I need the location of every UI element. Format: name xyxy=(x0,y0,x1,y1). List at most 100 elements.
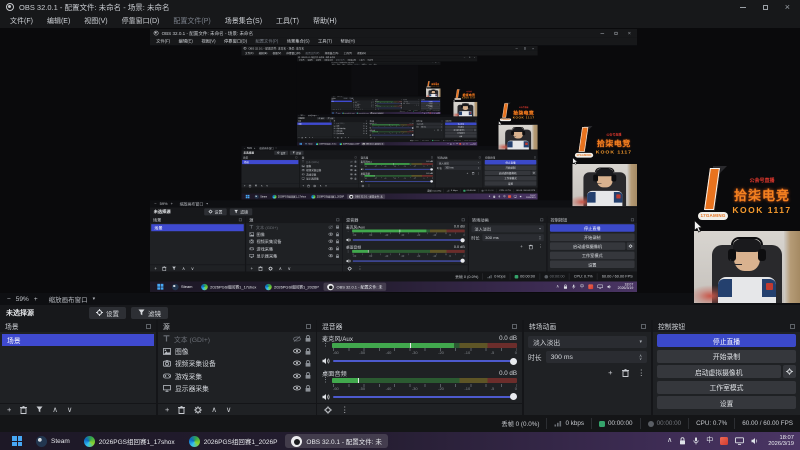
settings-button[interactable]: 设置 xyxy=(657,396,796,409)
hidden-eye-icon[interactable] xyxy=(293,335,301,342)
dock-menu-icon[interactable] xyxy=(641,323,646,329)
tray-chevron-up-icon[interactable]: ∧ xyxy=(667,437,672,445)
video-capture-icon xyxy=(249,239,255,244)
move-scene-up-button[interactable]: ∧ xyxy=(52,405,58,414)
move-scene-down-button[interactable]: ∨ xyxy=(67,405,73,414)
zoom-in-button[interactable]: + xyxy=(34,296,38,303)
webcam-video-source xyxy=(453,101,478,117)
source-row-camera[interactable]: 视频采集设备 xyxy=(158,358,316,369)
dock-menu-icon[interactable] xyxy=(146,323,151,329)
advanced-audio-icon[interactable] xyxy=(324,405,332,414)
obs-titlebar: OBS 32.0.1 - 配置文件: 未命名 - 场景: 未命名 × xyxy=(150,29,637,38)
dock-menu-icon[interactable] xyxy=(512,323,517,329)
eye-icon[interactable] xyxy=(293,385,301,391)
start-recording-button[interactable]: 开始录制 xyxy=(657,349,796,363)
move-source-down-button[interactable]: ∨ xyxy=(226,405,232,414)
duration-spinbox[interactable]: 300 ms ∧ ∨ xyxy=(545,351,647,363)
transition-properties-icon[interactable]: ⋮ xyxy=(638,369,646,377)
volume-slider[interactable] xyxy=(333,393,517,400)
tray-ime-indicator[interactable]: 中 xyxy=(706,437,713,445)
volume-slider[interactable] xyxy=(333,357,517,365)
add-transition-button[interactable]: + xyxy=(608,369,612,377)
menu-file[interactable]: 文件(F) xyxy=(3,15,40,27)
slider-knob[interactable] xyxy=(510,357,517,365)
lock-icon[interactable] xyxy=(305,347,311,355)
channel-options-icon[interactable]: ⋮ xyxy=(322,377,329,384)
mixer-options-icon[interactable]: ⋮ xyxy=(341,405,349,414)
scene-filters-button[interactable] xyxy=(36,406,43,413)
lock-icon[interactable] xyxy=(305,384,311,392)
edge-icon xyxy=(201,283,208,290)
scene-filters-button xyxy=(254,184,258,187)
start-virtual-cam-button[interactable]: 启动虚拟摄像机 xyxy=(657,365,781,378)
channel-options-icon[interactable]: ⋮ xyxy=(322,341,329,348)
properties-button[interactable]: 设置 xyxy=(89,306,126,319)
move-source-up-button[interactable]: ∧ xyxy=(211,405,217,414)
eye-icon[interactable] xyxy=(293,348,301,354)
lock-icon[interactable] xyxy=(305,360,311,367)
eye-icon[interactable] xyxy=(293,373,301,379)
webcam-video-source[interactable] xyxy=(694,231,800,303)
tray-mic-icon[interactable] xyxy=(693,437,699,445)
source-row-game[interactable]: 游戏采集 xyxy=(158,370,316,381)
speaker-icon[interactable] xyxy=(322,357,330,365)
remove-source-button[interactable] xyxy=(178,405,186,414)
logo-image-source[interactable]: 17GAMING 公会号直播 拾柒电竞 KOOK 1117 xyxy=(698,162,796,230)
virtual-cam-settings-button[interactable] xyxy=(783,365,796,378)
scene-list-item[interactable]: 场景 xyxy=(2,334,154,346)
source-row-text[interactable]: 文本 (GDI+) xyxy=(158,333,316,344)
scenes-list: 场景 xyxy=(150,223,245,264)
spinner-arrows[interactable]: ∧ ∨ xyxy=(639,353,642,361)
dock-menu-icon[interactable] xyxy=(306,323,311,329)
menu-profile[interactable]: 配置文件(P) xyxy=(166,15,217,27)
stop-streaming-button[interactable]: 停止直播 xyxy=(657,334,796,347)
lock-icon xyxy=(354,168,357,172)
source-row-image[interactable]: 图像 xyxy=(158,345,316,356)
mixer-channel-desktop: 桌面音频 0.0 dB ⋮ -60-50-40-30-20-10-50 xyxy=(346,245,465,263)
tray-app-badge-icon[interactable] xyxy=(720,437,729,445)
menu-help[interactable]: 帮助(H) xyxy=(306,15,344,27)
jacket-shoulder-left xyxy=(458,111,463,116)
slider-knob[interactable] xyxy=(510,393,517,400)
zoom-fit-dropdown[interactable]: 缩放画布窗口 xyxy=(49,294,88,304)
eye-icon[interactable] xyxy=(293,360,301,366)
add-scene-button[interactable]: + xyxy=(7,405,11,414)
menu-tools[interactable]: 工具(T) xyxy=(269,15,306,27)
start-button-icon[interactable] xyxy=(12,436,22,446)
close-icon[interactable]: × xyxy=(785,2,790,12)
filters-label: 滤镜 xyxy=(240,210,249,215)
webcam-background xyxy=(438,88,441,97)
zoom-out-button[interactable]: − xyxy=(7,296,11,303)
studio-mode-button[interactable]: 工作室模式 xyxy=(657,380,796,394)
taskbar-item-browser-1[interactable]: 2026PGS组回赛1_17shox xyxy=(78,434,181,448)
speaker-icon[interactable] xyxy=(322,393,330,401)
add-source-button[interactable]: + xyxy=(165,405,169,414)
menu-view[interactable]: 视图(V) xyxy=(77,15,114,27)
add-source-button: + xyxy=(250,265,254,271)
tray-lock-icon[interactable] xyxy=(679,437,686,445)
source-row-display[interactable]: 显示器采集 xyxy=(158,383,316,394)
taskbar-item-obs[interactable]: OBS 32.0.1 - 配置文件: 未 xyxy=(285,434,388,448)
dock-menu-icon[interactable] xyxy=(790,323,795,329)
tray-volume-icon[interactable] xyxy=(751,437,759,445)
taskbar-item-steam[interactable]: Steam xyxy=(30,434,76,448)
tray-monitor-icon[interactable] xyxy=(735,437,745,445)
transition-select[interactable]: 淡入淡出 ▾ xyxy=(528,336,647,348)
maximize-icon[interactable] xyxy=(762,4,768,10)
remove-transition-button[interactable] xyxy=(621,369,629,377)
menu-edit[interactable]: 编辑(E) xyxy=(40,15,77,27)
taskbar-clock[interactable]: 18:07 2026/3/19 xyxy=(768,435,794,448)
menu-docks[interactable]: 停靠窗口(D) xyxy=(115,15,167,27)
source-properties-button[interactable] xyxy=(194,405,203,414)
preview-canvas[interactable]: OBS 32.0.1 - 配置文件: 未命名 - 场景: 未命名 × 文件(F)… xyxy=(0,28,800,305)
minimize-icon[interactable] xyxy=(739,6,746,8)
taskbar-item-browser-2[interactable]: 2026PGS组回赛1_2026P xyxy=(183,434,284,448)
logo-title: 拾柒电竞 xyxy=(596,138,631,148)
chevron-down-icon[interactable]: ▾ xyxy=(93,296,96,302)
lock-icon[interactable] xyxy=(305,372,311,379)
lock-icon[interactable] xyxy=(305,335,311,342)
lock-icon xyxy=(354,160,357,163)
remove-scene-button[interactable] xyxy=(20,405,28,414)
filters-button[interactable]: 滤镜 xyxy=(131,306,168,319)
menu-scene-collection[interactable]: 场景集合(S) xyxy=(218,15,269,27)
